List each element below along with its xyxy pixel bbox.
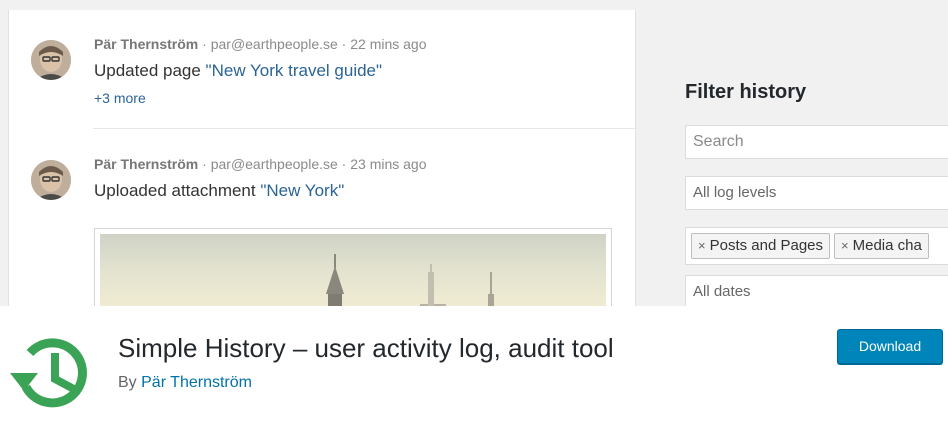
history-entry: Pär Thernström · par@earthpeople.se · 23… — [9, 150, 637, 306]
byline-prefix: By — [118, 374, 142, 391]
action-text: Updated page — [94, 61, 206, 80]
filter-title: Filter history — [685, 81, 807, 103]
entry-action: Uploaded attachment "New York" — [94, 181, 344, 201]
meta-separator: · — [198, 156, 211, 172]
action-link[interactable]: "New York travel guide" — [206, 61, 383, 80]
entry-action: Updated page "New York travel guide" — [94, 61, 382, 81]
avatar — [31, 160, 71, 200]
meta-separator: · — [337, 156, 351, 172]
city-skyline-image — [100, 234, 606, 306]
entry-time[interactable]: 22 mins ago — [350, 36, 426, 52]
more-link[interactable]: +3 more — [94, 90, 146, 106]
log-level-select[interactable]: All log levels — [685, 176, 948, 210]
message-type-filter[interactable]: × Posts and Pages × Media cha — [685, 227, 948, 265]
history-entry: Pär Thernström · par@earthpeople.se · 22… — [9, 30, 637, 130]
entry-email: par@earthpeople.se — [210, 156, 338, 172]
entry-author[interactable]: Pär Thernström — [94, 36, 198, 52]
plugin-title: Simple History – user activity log, audi… — [118, 333, 614, 363]
attachment-thumbnail[interactable] — [94, 228, 612, 306]
history-feed: Pär Thernström · par@earthpeople.se · 22… — [8, 10, 637, 306]
meta-separator: · — [198, 36, 211, 52]
avatar — [31, 40, 71, 80]
download-button[interactable]: Download — [837, 329, 943, 364]
entry-meta: Pär Thernström · par@earthpeople.se · 22… — [94, 36, 427, 52]
entry-divider — [93, 128, 637, 129]
entry-meta: Pär Thernström · par@earthpeople.se · 23… — [94, 156, 427, 172]
action-link[interactable]: "New York" — [260, 181, 344, 200]
filter-tag[interactable]: × Posts and Pages — [691, 233, 831, 259]
history-clock-icon — [8, 329, 98, 419]
remove-tag-icon[interactable]: × — [698, 238, 706, 253]
plugin-banner: Pär Thernström · par@earthpeople.se · 22… — [0, 0, 948, 306]
remove-tag-icon[interactable]: × — [841, 238, 849, 253]
search-input[interactable]: Search — [685, 125, 948, 159]
filter-tag[interactable]: × Media cha — [834, 233, 929, 259]
date-select[interactable]: All dates — [685, 275, 948, 306]
meta-separator: · — [337, 36, 351, 52]
entry-email: par@earthpeople.se — [210, 36, 338, 52]
plugin-byline: By Pär Thernström — [118, 374, 252, 392]
entry-author[interactable]: Pär Thernström — [94, 156, 198, 172]
plugin-author-link[interactable]: Pär Thernström — [141, 374, 252, 391]
action-text: Uploaded attachment — [94, 181, 261, 200]
entry-time[interactable]: 23 mins ago — [350, 156, 426, 172]
banner-edge — [0, 0, 8, 306]
tag-label: Posts and Pages — [709, 237, 824, 254]
tag-label: Media cha — [852, 237, 922, 254]
filter-panel: Filter history Search All log levels × Po… — [636, 0, 948, 306]
